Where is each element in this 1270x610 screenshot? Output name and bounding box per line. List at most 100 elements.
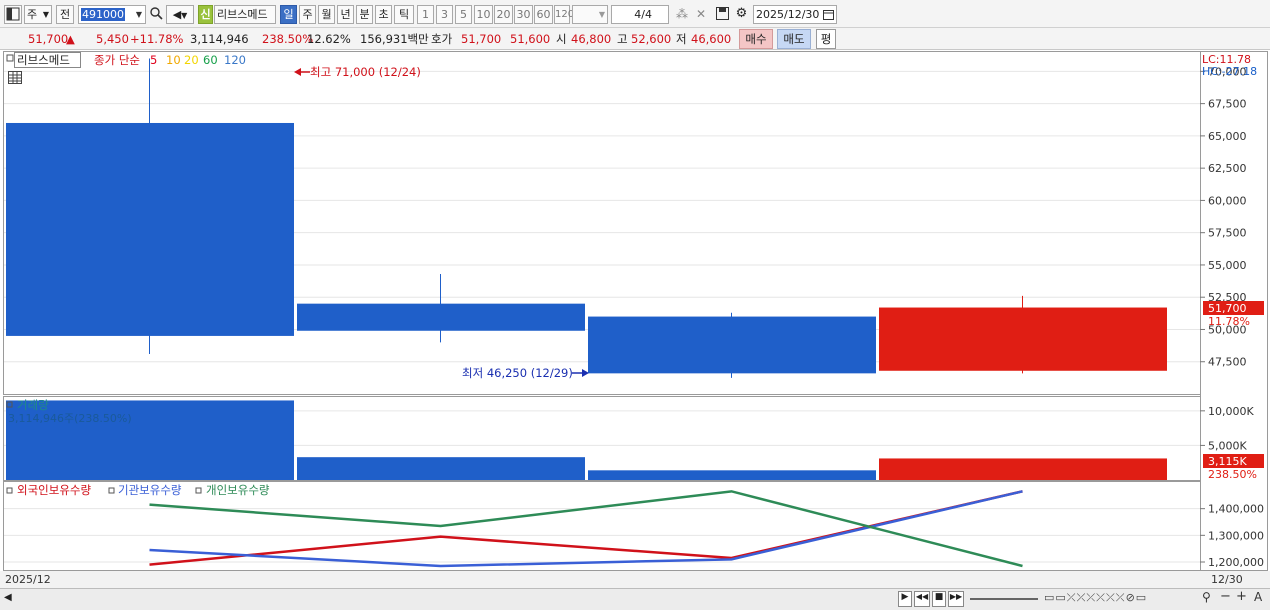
scroll-left-icon[interactable]: ◀	[4, 592, 12, 603]
period-weekly[interactable]: 주	[299, 5, 316, 24]
ma-legend-20: 20	[184, 53, 199, 67]
interval-20[interactable]: 20	[494, 5, 513, 24]
price-change-pct: +11.78%	[130, 32, 184, 46]
open-price: 46,800	[571, 32, 612, 46]
low-annotation-text: 최저 46,250 (12/29)	[462, 366, 573, 380]
chevron-down-icon: ▼	[598, 10, 605, 19]
candle-body	[879, 307, 1167, 371]
interval-1[interactable]: 1	[417, 5, 434, 24]
stop-icon[interactable]: ■	[932, 591, 946, 607]
interval-5[interactable]: 5	[455, 5, 472, 24]
current-price-tag-text: 51,700	[1208, 302, 1247, 315]
x-axis-left-label: 2025/12	[5, 573, 51, 586]
buy-button[interactable]: 매수	[739, 29, 773, 49]
period-daily[interactable]: 일	[280, 5, 297, 24]
interval-60[interactable]: 60	[534, 5, 553, 24]
main-toolbar: 주 ▼ 전 491000 ▼ ◀▼ 신 리브스메드 일 주 월 년 분 초 틱 1 …	[0, 0, 1270, 28]
price-axis-label: 67,500	[1208, 98, 1247, 111]
period-yearly[interactable]: 년	[337, 5, 354, 24]
open-label: 시	[556, 32, 567, 46]
price-axis-label: 65,000	[1208, 130, 1247, 143]
legend-individual: 개인보유수량	[206, 483, 270, 497]
page-counter[interactable]: 4/4	[611, 5, 669, 24]
ask-price: 51,700	[461, 32, 502, 46]
chevron-down-icon: ▼	[181, 11, 188, 20]
table-icon[interactable]	[8, 71, 22, 84]
x-axis-strip	[0, 571, 1270, 588]
volume-axis-label: 10,000K	[1208, 405, 1254, 418]
eval-button[interactable]: 평	[816, 29, 836, 49]
volume-panel-title: 거래량	[17, 398, 49, 412]
chart-canvas[interactable]: 70,00067,50065,00062,50060,00057,50055,0…	[0, 50, 1270, 588]
candle-body	[588, 316, 876, 374]
chart-area[interactable]: 70,000 67,500 65,000 62,500 60,000 57,500 55,0…	[0, 50, 1270, 588]
interval-30[interactable]: 30	[514, 5, 533, 24]
hc-label: HC:-27.18	[1202, 65, 1257, 78]
calendar-icon[interactable]	[823, 8, 834, 25]
volume-axis-label: 5,000K	[1208, 439, 1247, 452]
candle-body	[6, 122, 294, 336]
high-price: 52,600	[631, 32, 672, 46]
quote-bar: 51,700 ▲ 5,450 +11.78% 3,114,946 238.50%…	[0, 28, 1270, 50]
fast-forward-icon[interactable]: ▶▶	[948, 591, 964, 607]
date-input[interactable]: 2025/12/30	[753, 5, 837, 24]
period-monthly[interactable]: 월	[318, 5, 335, 24]
hoga-label: 호가	[431, 32, 453, 46]
play-icon[interactable]: ▶	[898, 591, 912, 607]
link-icon[interactable]: ⁂	[676, 5, 694, 24]
chart-window: 주 ▼ 전 491000 ▼ ◀▼ 신 리브스메드 일 주 월 년 분 초 틱 1 …	[0, 0, 1270, 610]
low-annotation: 최저 46,250 (12/29)	[462, 366, 589, 380]
zoom-in-icon[interactable]: +	[1236, 589, 1247, 604]
interval-10[interactable]: 10	[474, 5, 493, 24]
period-second[interactable]: 초	[375, 5, 392, 24]
stock-code-input[interactable]: 491000 ▼	[78, 5, 146, 24]
low-label: 저	[676, 32, 687, 46]
interval-120[interactable]: 120	[554, 5, 574, 24]
stock-name-label: 리브스메드	[214, 5, 276, 24]
sell-button[interactable]: 매도	[777, 29, 811, 49]
volume-current-pct-text: 238.50%	[1208, 468, 1257, 481]
speaker-select[interactable]: ◀▼	[166, 5, 194, 24]
volume-ratio: 238.50%	[262, 32, 314, 46]
price-change: 5,450	[96, 32, 129, 46]
zoom-out-icon[interactable]: −	[1220, 589, 1231, 604]
save-icon[interactable]	[714, 5, 731, 24]
volume-value-label: 3,114,946주(238.50%)	[8, 412, 132, 425]
period-minute[interactable]: 분	[356, 5, 373, 24]
chevron-down-icon: ▼	[135, 10, 142, 19]
bid-price: 51,600	[510, 32, 551, 46]
drawing-tools-icons[interactable]: ▭▭⤫⤫⤫⤫⤫⤫⊘▭	[1044, 591, 1147, 605]
draw-tool-icon[interactable]: ✕	[696, 5, 712, 24]
current-price: 51,700	[28, 32, 69, 46]
legend-foreign: 외국인보유수량	[17, 483, 91, 497]
magnifier-icon[interactable]: ⚲	[1202, 590, 1211, 604]
current-pct-tag-text: 11.78%	[1208, 315, 1250, 328]
chevron-down-icon: ▼	[42, 10, 49, 19]
low-price: 46,600	[691, 32, 732, 46]
gear-icon[interactable]: ⚙	[733, 5, 750, 24]
volume-bar	[879, 458, 1167, 480]
window-menu-icon[interactable]	[4, 5, 22, 24]
ma-legend-prefix: 종가 단순	[94, 53, 140, 67]
price-axis-label: 55,000	[1208, 259, 1247, 272]
trade-amount: 156,931백만	[360, 32, 429, 46]
bottom-scrollbar[interactable]: ◀ ▶ ◀◀ ■ ▶▶ ▭▭⤫⤫⤫⤫⤫⤫⊘▭ ⚲ − + A	[0, 588, 1270, 610]
ma-legend-10: 10	[166, 53, 181, 67]
prev-button[interactable]: 전	[56, 5, 74, 24]
period-tick[interactable]: 틱	[394, 5, 414, 24]
price-axis-label: 60,000	[1208, 194, 1247, 207]
zoom-slider[interactable]	[970, 598, 1038, 600]
auto-scale-icon[interactable]: A	[1254, 590, 1262, 604]
interval-3[interactable]: 3	[436, 5, 453, 24]
x-axis-right-label: 12/30	[1211, 573, 1243, 586]
interval-custom-select[interactable]: ▼	[572, 5, 608, 24]
price-axis-label: 57,500	[1208, 227, 1247, 240]
turnover-rate: 12.62%	[307, 32, 351, 46]
high-annotation-text: 최고 71,000 (12/24)	[310, 65, 421, 79]
rewind-icon[interactable]: ◀◀	[914, 591, 930, 607]
market-select[interactable]: 주 ▼	[24, 5, 52, 24]
holding-axis-label: 1,300,000	[1208, 529, 1264, 542]
search-icon[interactable]	[148, 5, 164, 24]
holding-axis-label: 1,200,000	[1208, 556, 1264, 569]
volume-bar	[297, 457, 585, 480]
